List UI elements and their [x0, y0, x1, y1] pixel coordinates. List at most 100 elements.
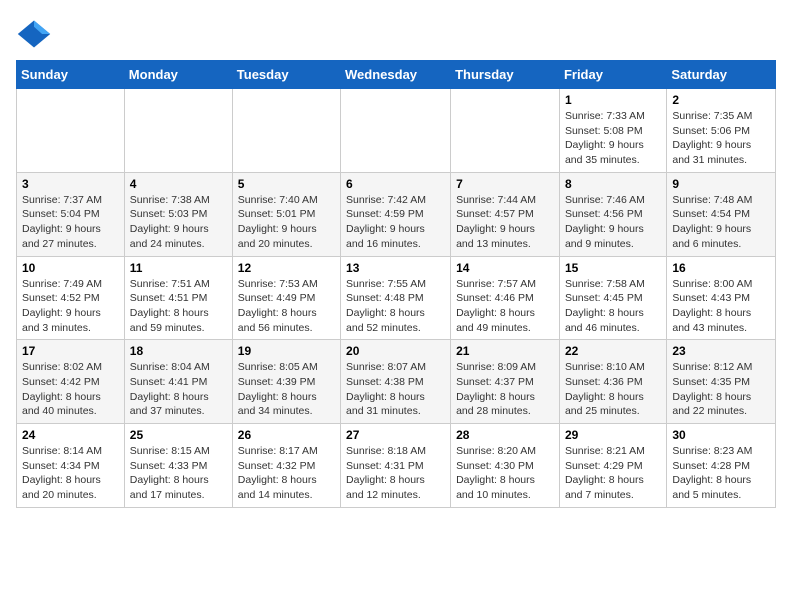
- calendar-cell: 30 Sunrise: 8:23 AMSunset: 4:28 PMDayligh…: [667, 424, 776, 508]
- day-info: Sunrise: 7:44 AMSunset: 4:57 PMDaylight:…: [456, 193, 554, 252]
- calendar-cell: 7 Sunrise: 7:44 AMSunset: 4:57 PMDaylight…: [451, 172, 560, 256]
- day-info: Sunrise: 8:09 AMSunset: 4:37 PMDaylight:…: [456, 360, 554, 419]
- calendar-cell: 29 Sunrise: 8:21 AMSunset: 4:29 PMDayligh…: [559, 424, 666, 508]
- calendar: SundayMondayTuesdayWednesdayThursdayFrid…: [16, 60, 776, 508]
- weekday-header-wednesday: Wednesday: [341, 61, 451, 89]
- calendar-cell: [124, 89, 232, 173]
- day-number: 27: [346, 428, 445, 442]
- logo: [16, 16, 56, 52]
- calendar-cell: 8Sunrise: 7:46 AMSunset: 4:56 PMDaylight…: [559, 172, 666, 256]
- day-number: 21: [456, 344, 554, 358]
- day-info: Sunrise: 8:21 AMSunset: 4:29 PMDaylight:…: [565, 444, 661, 503]
- calendar-body: 1 Sunrise: 7:33 AMSunset: 5:08 PMDaylight…: [17, 89, 776, 508]
- weekday-header-thursday: Thursday: [451, 61, 560, 89]
- day-number: 17: [22, 344, 119, 358]
- day-info: Sunrise: 8:05 AMSunset: 4:39 PMDaylight:…: [238, 360, 335, 419]
- day-info: Sunrise: 8:10 AMSunset: 4:36 PMDaylight:…: [565, 360, 661, 419]
- calendar-cell: 1 Sunrise: 7:33 AMSunset: 5:08 PMDaylight…: [559, 89, 666, 173]
- calendar-cell: 12 Sunrise: 7:53 AMSunset: 4:49 PMDayligh…: [232, 256, 340, 340]
- calendar-week-3: 10 Sunrise: 7:49 AMSunset: 4:52 PMDayligh…: [17, 256, 776, 340]
- day-number: 30: [672, 428, 770, 442]
- day-info: Sunrise: 7:38 AMSunset: 5:03 PMDaylight:…: [130, 193, 227, 252]
- day-number: 14: [456, 261, 554, 275]
- calendar-cell: 16Sunrise: 8:00 AMSunset: 4:43 PMDayligh…: [667, 256, 776, 340]
- day-number: 15: [565, 261, 661, 275]
- weekday-header-saturday: Saturday: [667, 61, 776, 89]
- calendar-cell: 14 Sunrise: 7:57 AMSunset: 4:46 PMDayligh…: [451, 256, 560, 340]
- day-number: 23: [672, 344, 770, 358]
- weekday-header-friday: Friday: [559, 61, 666, 89]
- day-number: 19: [238, 344, 335, 358]
- calendar-cell: [17, 89, 125, 173]
- day-info: Sunrise: 7:35 AMSunset: 5:06 PMDaylight:…: [672, 109, 770, 168]
- day-number: 7: [456, 177, 554, 191]
- calendar-week-5: 24 Sunrise: 8:14 AMSunset: 4:34 PMDayligh…: [17, 424, 776, 508]
- weekday-header-row: SundayMondayTuesdayWednesdayThursdayFrid…: [17, 61, 776, 89]
- day-info: Sunrise: 7:49 AMSunset: 4:52 PMDaylight:…: [22, 277, 119, 336]
- day-number: 6: [346, 177, 445, 191]
- day-number: 2: [672, 93, 770, 107]
- day-number: 11: [130, 261, 227, 275]
- calendar-cell: 2 Sunrise: 7:35 AMSunset: 5:06 PMDaylight…: [667, 89, 776, 173]
- weekday-header-sunday: Sunday: [17, 61, 125, 89]
- day-info: Sunrise: 7:51 AMSunset: 4:51 PMDaylight:…: [130, 277, 227, 336]
- day-info: Sunrise: 7:40 AMSunset: 5:01 PMDaylight:…: [238, 193, 335, 252]
- day-info: Sunrise: 7:58 AMSunset: 4:45 PMDaylight:…: [565, 277, 661, 336]
- weekday-header-monday: Monday: [124, 61, 232, 89]
- day-info: Sunrise: 8:18 AMSunset: 4:31 PMDaylight:…: [346, 444, 445, 503]
- day-number: 10: [22, 261, 119, 275]
- calendar-cell: 13 Sunrise: 7:55 AMSunset: 4:48 PMDayligh…: [341, 256, 451, 340]
- day-number: 1: [565, 93, 661, 107]
- day-number: 18: [130, 344, 227, 358]
- day-number: 8: [565, 177, 661, 191]
- day-info: Sunrise: 7:48 AMSunset: 4:54 PMDaylight:…: [672, 193, 770, 252]
- calendar-cell: 26Sunrise: 8:17 AMSunset: 4:32 PMDayligh…: [232, 424, 340, 508]
- day-number: 24: [22, 428, 119, 442]
- day-number: 13: [346, 261, 445, 275]
- calendar-week-1: 1 Sunrise: 7:33 AMSunset: 5:08 PMDaylight…: [17, 89, 776, 173]
- day-info: Sunrise: 7:53 AMSunset: 4:49 PMDaylight:…: [238, 277, 335, 336]
- day-info: Sunrise: 8:12 AMSunset: 4:35 PMDaylight:…: [672, 360, 770, 419]
- calendar-cell: 6 Sunrise: 7:42 AMSunset: 4:59 PMDaylight…: [341, 172, 451, 256]
- page-header: [16, 16, 776, 52]
- calendar-cell: [232, 89, 340, 173]
- day-info: Sunrise: 7:37 AMSunset: 5:04 PMDaylight:…: [22, 193, 119, 252]
- calendar-cell: 11 Sunrise: 7:51 AMSunset: 4:51 PMDayligh…: [124, 256, 232, 340]
- day-info: Sunrise: 7:33 AMSunset: 5:08 PMDaylight:…: [565, 109, 661, 168]
- day-number: 29: [565, 428, 661, 442]
- calendar-cell: 5Sunrise: 7:40 AMSunset: 5:01 PMDaylight…: [232, 172, 340, 256]
- day-info: Sunrise: 8:20 AMSunset: 4:30 PMDaylight:…: [456, 444, 554, 503]
- calendar-cell: 25Sunrise: 8:15 AMSunset: 4:33 PMDayligh…: [124, 424, 232, 508]
- day-number: 20: [346, 344, 445, 358]
- calendar-cell: 18 Sunrise: 8:04 AMSunset: 4:41 PMDayligh…: [124, 340, 232, 424]
- day-info: Sunrise: 8:04 AMSunset: 4:41 PMDaylight:…: [130, 360, 227, 419]
- day-number: 12: [238, 261, 335, 275]
- weekday-header-tuesday: Tuesday: [232, 61, 340, 89]
- calendar-cell: 24 Sunrise: 8:14 AMSunset: 4:34 PMDayligh…: [17, 424, 125, 508]
- day-info: Sunrise: 7:57 AMSunset: 4:46 PMDaylight:…: [456, 277, 554, 336]
- day-info: Sunrise: 7:42 AMSunset: 4:59 PMDaylight:…: [346, 193, 445, 252]
- calendar-cell: 17 Sunrise: 8:02 AMSunset: 4:42 PMDayligh…: [17, 340, 125, 424]
- day-number: 22: [565, 344, 661, 358]
- calendar-cell: 4 Sunrise: 7:38 AMSunset: 5:03 PMDaylight…: [124, 172, 232, 256]
- calendar-cell: [341, 89, 451, 173]
- calendar-cell: 10 Sunrise: 7:49 AMSunset: 4:52 PMDayligh…: [17, 256, 125, 340]
- day-info: Sunrise: 8:14 AMSunset: 4:34 PMDaylight:…: [22, 444, 119, 503]
- day-number: 28: [456, 428, 554, 442]
- day-number: 4: [130, 177, 227, 191]
- calendar-cell: 28 Sunrise: 8:20 AMSunset: 4:30 PMDayligh…: [451, 424, 560, 508]
- day-info: Sunrise: 8:23 AMSunset: 4:28 PMDaylight:…: [672, 444, 770, 503]
- calendar-cell: 23 Sunrise: 8:12 AMSunset: 4:35 PMDayligh…: [667, 340, 776, 424]
- day-info: Sunrise: 8:02 AMSunset: 4:42 PMDaylight:…: [22, 360, 119, 419]
- calendar-cell: 20Sunrise: 8:07 AMSunset: 4:38 PMDayligh…: [341, 340, 451, 424]
- day-info: Sunrise: 8:17 AMSunset: 4:32 PMDaylight:…: [238, 444, 335, 503]
- calendar-cell: 9 Sunrise: 7:48 AMSunset: 4:54 PMDaylight…: [667, 172, 776, 256]
- day-info: Sunrise: 8:15 AMSunset: 4:33 PMDaylight:…: [130, 444, 227, 503]
- calendar-cell: [451, 89, 560, 173]
- day-number: 3: [22, 177, 119, 191]
- day-info: Sunrise: 7:55 AMSunset: 4:48 PMDaylight:…: [346, 277, 445, 336]
- calendar-week-4: 17 Sunrise: 8:02 AMSunset: 4:42 PMDayligh…: [17, 340, 776, 424]
- calendar-cell: 19 Sunrise: 8:05 AMSunset: 4:39 PMDayligh…: [232, 340, 340, 424]
- day-number: 9: [672, 177, 770, 191]
- calendar-cell: 27 Sunrise: 8:18 AMSunset: 4:31 PMDayligh…: [341, 424, 451, 508]
